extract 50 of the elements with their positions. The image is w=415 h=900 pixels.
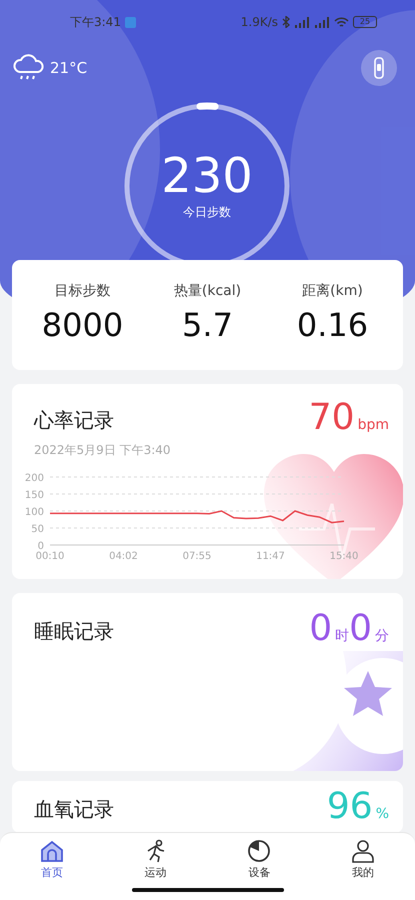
tab[interactable]: 首页 xyxy=(16,839,87,880)
card-title: 睡眠记录 xyxy=(34,618,114,645)
status-time: 下午3:41 xyxy=(70,14,121,30)
bluetooth-icon xyxy=(282,16,290,28)
tab[interactable]: 运动 xyxy=(120,839,191,880)
x-tick-label: 15:40 xyxy=(330,550,358,561)
battery-icon: 25 xyxy=(353,16,377,28)
card-title: 心率记录 xyxy=(34,406,114,434)
sleep-minutes: 0 xyxy=(349,609,372,649)
blood-oxygen-value: 96 xyxy=(326,787,373,827)
signal-icon xyxy=(314,16,330,28)
y-tick-label: 100 xyxy=(24,506,44,518)
heart-rate-card[interactable]: 心率记录 70 bpm 2022年5月9日 下午3:40 0 50 100 150 200 00:10 04:02 07:55 11:47 15:40 xyxy=(12,384,403,579)
y-tick-label: 0 xyxy=(38,540,44,552)
step-count: 230 xyxy=(161,152,253,200)
hours-unit: 时 xyxy=(335,627,350,645)
x-tick-label: 11:47 xyxy=(256,550,285,561)
stat-label: 热量(kcal) xyxy=(174,282,242,300)
card-title: 血氧记录 xyxy=(34,796,114,823)
stat-value: 8000 xyxy=(42,306,124,344)
band-button[interactable] xyxy=(361,50,397,86)
x-tick-label: 07:55 xyxy=(182,550,212,561)
minutes-unit: 分 xyxy=(375,627,389,645)
temperature: 21°C xyxy=(50,59,88,77)
sleep-hours: 0 xyxy=(309,609,332,649)
tab[interactable]: 我的 xyxy=(328,839,398,880)
home-icon xyxy=(38,839,65,863)
user-icon xyxy=(350,839,376,863)
y-tick-label: 50 xyxy=(31,524,44,535)
signal-icon xyxy=(294,16,310,28)
wifi-icon xyxy=(334,16,349,28)
network-speed: 1.9K/s xyxy=(240,15,278,29)
blood-oxygen-unit: % xyxy=(376,806,389,822)
stat-value: 5.7 xyxy=(182,306,233,344)
record-date: 2022年5月9日 下午3:40 xyxy=(34,442,172,459)
sleep-card[interactable]: 睡眠记录 0 时 0 分 xyxy=(12,593,403,771)
x-tick-label: 00:10 xyxy=(36,550,64,561)
y-tick-label: 200 xyxy=(24,472,44,484)
stat-value: 0.16 xyxy=(296,306,368,344)
stat-label: 距离(km) xyxy=(302,282,363,300)
y-tick-label: 150 xyxy=(24,490,44,501)
heart-rate-unit: bpm xyxy=(358,417,389,433)
tab[interactable]: 设备 xyxy=(224,839,294,880)
blood-oxygen-card[interactable]: 血氧记录 96% xyxy=(12,781,403,833)
heart-rate-value: 70 xyxy=(308,398,355,438)
step-label: 今日步数 xyxy=(183,204,231,220)
fitness-band-icon xyxy=(373,57,385,79)
device-ring-icon xyxy=(246,839,272,863)
stat-label: 目标步数 xyxy=(54,282,110,300)
x-tick-label: 04:02 xyxy=(109,550,138,561)
